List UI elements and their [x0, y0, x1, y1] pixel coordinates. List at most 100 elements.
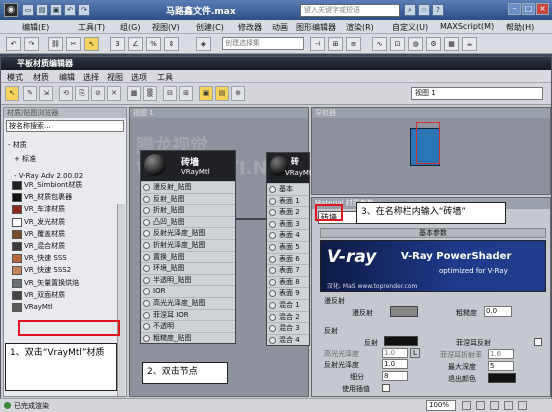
- node-brick[interactable]: 砖 VRayMtl 基本 表面 1 表面 2 表面 3 表面 4 表面 5 表面 6 表面 7…: [266, 152, 314, 346]
- angle-snap-icon[interactable]: ∠: [128, 37, 143, 51]
- node-header[interactable]: 砖墙 VRayMtl: [141, 151, 235, 181]
- ed-menu-material[interactable]: 材质: [33, 72, 49, 83]
- layout-children-icon[interactable]: ⊞: [179, 86, 193, 101]
- menu-views[interactable]: 视图(V): [152, 22, 180, 33]
- node-slot[interactable]: 折射_贴图: [141, 204, 235, 216]
- browser-item[interactable]: VR_快速 SSS2: [12, 265, 71, 276]
- node-slot[interactable]: 表面 2: [267, 206, 309, 218]
- show-map-icon[interactable]: ▩: [127, 86, 141, 101]
- browser-item[interactable]: VR_Simbiont材质: [12, 180, 82, 191]
- slot-socket-icon[interactable]: [269, 232, 276, 240]
- rendered-frame-icon[interactable]: ▦: [444, 37, 459, 51]
- slot-socket-icon[interactable]: [269, 244, 276, 251]
- make-unique-icon[interactable]: ⊘: [91, 86, 105, 101]
- slot-socket-icon[interactable]: [269, 325, 276, 333]
- node-slot[interactable]: 反射光泽度_贴图: [141, 227, 235, 239]
- slot-socket-icon[interactable]: [143, 288, 150, 296]
- eyedropper-icon[interactable]: ✎: [23, 86, 37, 101]
- slot-socket-icon[interactable]: [143, 253, 150, 261]
- node-slot[interactable]: 半透明_贴图: [141, 273, 235, 286]
- curve-editor-icon[interactable]: ∿: [372, 37, 387, 51]
- percent-snap-icon[interactable]: %: [146, 37, 161, 51]
- redo-icon[interactable]: ↷: [78, 4, 90, 16]
- slot-socket-icon[interactable]: [269, 302, 276, 309]
- slot-socket-icon[interactable]: [143, 242, 150, 249]
- unlink-icon[interactable]: ✂: [66, 37, 81, 51]
- browser-item[interactable]: VR_车漆材质: [12, 204, 65, 215]
- mirror-icon[interactable]: ⊣: [310, 37, 325, 51]
- ed-menu-mode[interactable]: 模式: [7, 72, 23, 83]
- spinner-snap-icon[interactable]: ⇕: [164, 37, 179, 51]
- node-slot[interactable]: 反射_贴图: [141, 192, 235, 205]
- slot-socket-icon[interactable]: [143, 230, 150, 238]
- maximize-button[interactable]: □: [522, 3, 535, 15]
- star-icon[interactable]: ☆: [418, 4, 430, 16]
- node-slot[interactable]: 漫反射_贴图: [141, 181, 235, 193]
- node-slot[interactable]: 菲涅耳 IOR: [141, 308, 235, 321]
- section-materials[interactable]: - 材质: [8, 140, 27, 150]
- menu-create[interactable]: 创建(C): [196, 22, 224, 33]
- menu-rendering[interactable]: 渲染(R): [346, 22, 374, 33]
- node-slot[interactable]: 凸凹_贴图: [141, 215, 235, 228]
- app-logo-icon[interactable]: ◉: [4, 3, 18, 17]
- select-tool-icon[interactable]: ↖: [5, 86, 19, 101]
- search-input[interactable]: 键入关键字或短语: [300, 4, 400, 17]
- align-icon[interactable]: ⊞: [328, 37, 343, 51]
- snap-3-icon[interactable]: 3: [110, 37, 125, 51]
- node-slot[interactable]: 不透明: [141, 320, 235, 332]
- slot-socket-icon[interactable]: [143, 276, 150, 284]
- zoom-fit-icon[interactable]: [462, 401, 471, 410]
- zoom-region-icon[interactable]: [476, 401, 485, 410]
- pan-icon[interactable]: [490, 401, 499, 410]
- search-icon[interactable]: ⌕: [404, 4, 416, 16]
- section-standard[interactable]: + 标准: [14, 154, 36, 164]
- browser-item[interactable]: VR_矢量置换烘焙: [12, 278, 79, 289]
- view-dropdown[interactable]: 视图 1: [411, 87, 543, 100]
- assign-material-icon[interactable]: ⇲: [39, 86, 53, 101]
- slot-socket-icon[interactable]: [269, 186, 276, 193]
- material-editor-icon[interactable]: ◍: [408, 37, 423, 51]
- save-icon[interactable]: ▣: [50, 4, 62, 16]
- browser-item[interactable]: VR_材质包裹器: [12, 192, 72, 203]
- browser-item[interactable]: VR_混合材质: [12, 241, 65, 252]
- slot-socket-icon[interactable]: [143, 334, 150, 342]
- slot-socket-icon[interactable]: [269, 220, 276, 228]
- browser-item[interactable]: VR_覆盖材质: [12, 229, 65, 240]
- menu-tools[interactable]: 工具(T): [78, 22, 105, 33]
- roughness-spinner[interactable]: 0.0: [484, 306, 512, 317]
- select-by-material-icon[interactable]: ⊕: [231, 86, 245, 101]
- node-slot[interactable]: 表面 7: [267, 264, 309, 276]
- node-slot[interactable]: 粗糙度_贴图: [141, 331, 235, 344]
- hilight-gloss-spinner[interactable]: 1.0: [382, 348, 408, 358]
- ed-menu-view[interactable]: 视图: [107, 72, 123, 83]
- node-slot[interactable]: 混合 3: [267, 322, 309, 334]
- layer-manager-icon[interactable]: ≡: [346, 37, 361, 51]
- node-header[interactable]: 砖 VRayMtl: [267, 153, 314, 183]
- node-slot[interactable]: 表面 5: [267, 241, 309, 253]
- fresnel-ior-spinner[interactable]: 1.6: [488, 349, 514, 359]
- render-production-icon[interactable]: ☕: [462, 37, 477, 51]
- ed-menu-edit[interactable]: 编辑: [59, 72, 75, 83]
- menu-modifiers[interactable]: 修改器: [238, 22, 262, 33]
- node-slot[interactable]: 高光光泽度_贴图: [141, 297, 235, 309]
- menu-help[interactable]: 帮助(H): [506, 22, 534, 33]
- nav-view-rectangle[interactable]: [416, 122, 440, 164]
- slot-socket-icon[interactable]: [269, 336, 276, 344]
- copy-icon[interactable]: ⎘: [75, 86, 89, 101]
- maximize-view-icon[interactable]: [518, 401, 527, 410]
- node-slot[interactable]: IOR: [141, 285, 235, 297]
- node-slot[interactable]: 混合 4: [267, 333, 309, 346]
- schematic-view-icon[interactable]: ⊡: [390, 37, 405, 51]
- node-slot[interactable]: 表面 3: [267, 217, 309, 230]
- node-slot[interactable]: 折射光泽度_贴图: [141, 239, 235, 251]
- slot-socket-icon[interactable]: [143, 207, 150, 215]
- node-slot[interactable]: 表面 9: [267, 287, 309, 299]
- browser-item[interactable]: VRayMtl: [12, 302, 53, 313]
- open-icon[interactable]: ▤: [36, 4, 48, 16]
- slot-socket-icon[interactable]: [269, 290, 276, 298]
- named-selection-set-dropdown[interactable]: 创建选择集: [222, 37, 304, 50]
- slot-socket-icon[interactable]: [269, 278, 276, 286]
- node-slot[interactable]: 混合 2: [267, 310, 309, 323]
- help-icon[interactable]: ?: [432, 4, 444, 16]
- select-link-icon[interactable]: ⛓: [48, 37, 63, 51]
